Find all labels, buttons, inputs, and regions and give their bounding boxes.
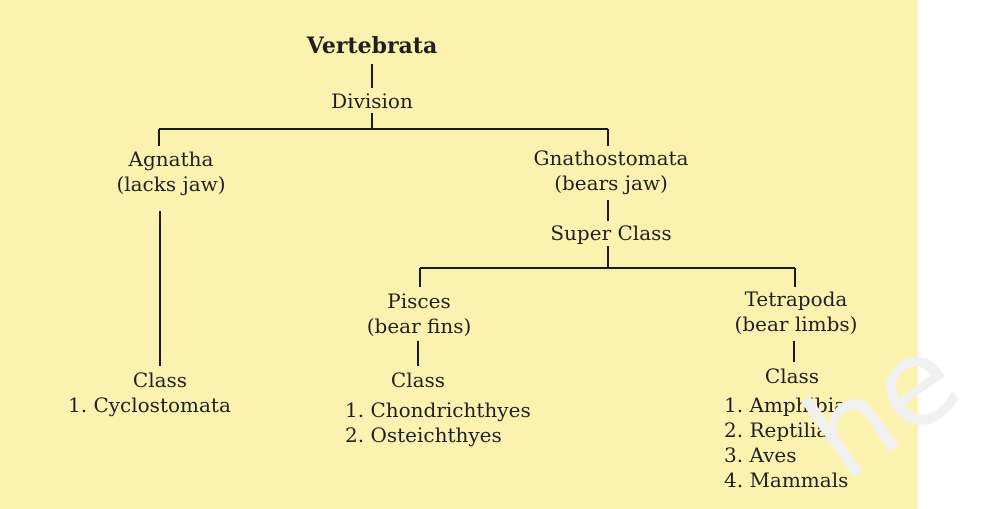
agnatha-name: Agnatha: [128, 147, 214, 171]
class-item: 1. Cyclostomata: [68, 393, 231, 417]
agnatha-class-list: 1. Cyclostomata: [68, 393, 231, 418]
pisces-class-label: Class: [390, 368, 446, 392]
gnathostomata-node: Gnathostomata (bears jaw): [534, 146, 689, 196]
watermark-graphic: he: [782, 307, 983, 507]
division-label: Division: [331, 89, 413, 113]
agnatha-class-label: Class: [132, 368, 188, 392]
gnathostomata-name: Gnathostomata: [533, 146, 689, 170]
svg-text:he: he: [782, 307, 983, 507]
agnatha-note: (lacks jaw): [116, 172, 226, 196]
agnatha-node: Agnatha (lacks jaw): [116, 147, 225, 197]
pisces-node: Pisces (bear fins): [367, 289, 472, 339]
pisces-name: Pisces: [387, 289, 451, 313]
class-item: 2. Osteichthyes: [345, 423, 502, 447]
root-node-vertebrata: Vertebrata: [306, 33, 438, 59]
class-item: 1. Chondrichthyes: [345, 398, 531, 422]
pisces-note: (bear fins): [366, 314, 472, 338]
super-class-label: Super Class: [550, 221, 672, 245]
pisces-class-list: 1. Chondrichthyes 2. Osteichthyes: [345, 398, 531, 448]
gnathostomata-note: (bears jaw): [554, 171, 668, 195]
